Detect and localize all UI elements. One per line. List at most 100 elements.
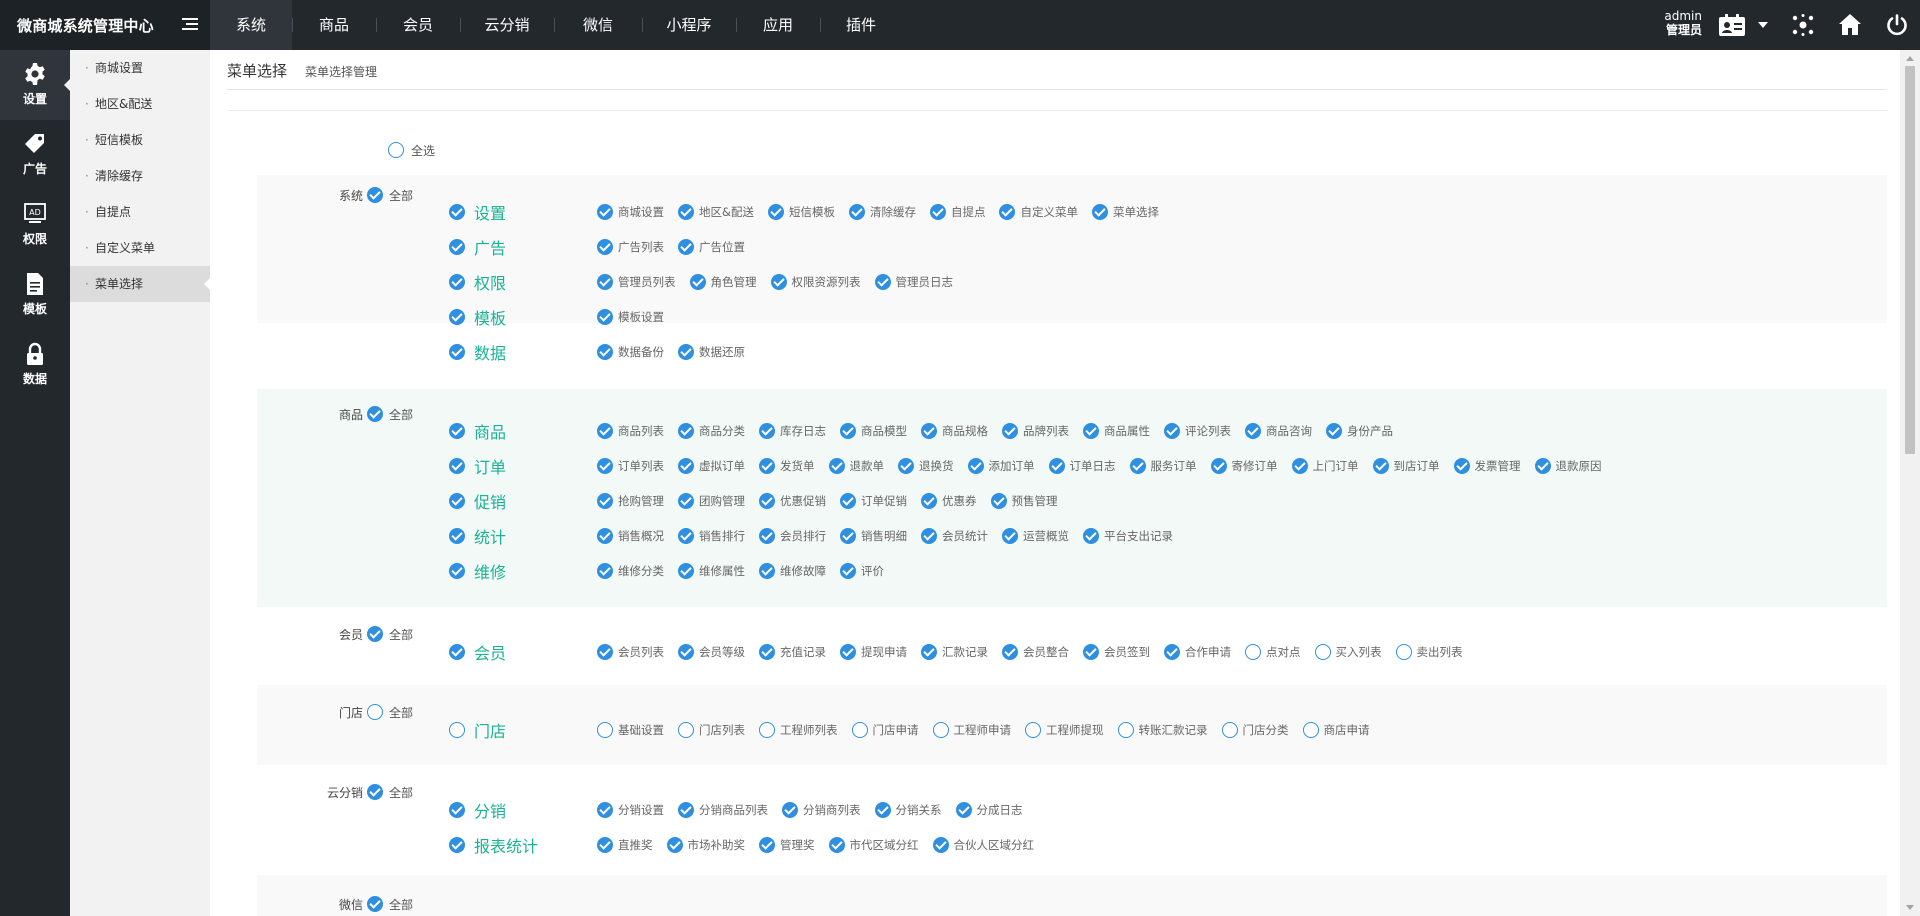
option-checkbox[interactable]: 发票管理 (1453, 458, 1521, 474)
option-checkbox[interactable]: 销售明细 (840, 528, 907, 544)
option-checkbox[interactable]: 维修故障 (759, 563, 826, 579)
scroll-thumb[interactable] (1905, 66, 1915, 454)
nav-tab-5[interactable]: 小程序 (642, 0, 736, 50)
select-all-checkbox[interactable]: 全选 (388, 140, 435, 160)
option-checkbox[interactable]: 分销商品列表 (678, 802, 768, 818)
module-checkbox[interactable]: 设置 (449, 200, 597, 224)
iconbar-item-data[interactable]: 数据 (0, 330, 70, 400)
option-checkbox[interactable]: 充值记录 (759, 644, 826, 660)
user-info[interactable]: admin 管理员 (1662, 9, 1702, 37)
option-checkbox[interactable]: 寄修订单 (1210, 458, 1278, 474)
option-checkbox[interactable]: 自定义菜单 (999, 204, 1078, 220)
module-checkbox[interactable]: 数据 (449, 340, 597, 364)
iconbar-item-settings[interactable]: 设置 (0, 50, 71, 120)
submenu-item[interactable]: 自定义菜单 (70, 230, 210, 266)
menu-toggle-icon[interactable] (182, 18, 198, 32)
option-checkbox[interactable]: 品牌列表 (1002, 423, 1069, 439)
option-checkbox[interactable]: 团购管理 (678, 493, 745, 509)
option-checkbox[interactable]: 商品列表 (597, 423, 664, 439)
option-checkbox[interactable]: 服务订单 (1129, 458, 1197, 474)
option-checkbox[interactable]: 分销设置 (597, 802, 664, 818)
nav-tab-6[interactable]: 应用 (736, 0, 820, 50)
option-checkbox[interactable]: 广告位置 (678, 239, 745, 255)
submenu-item[interactable]: 菜单选择 (70, 266, 211, 302)
module-checkbox[interactable]: 广告 (449, 235, 597, 259)
option-checkbox[interactable]: 管理奖 (759, 837, 815, 853)
option-checkbox[interactable]: 管理员日志 (874, 274, 953, 290)
option-checkbox[interactable]: 虚拟订单 (678, 458, 745, 474)
module-checkbox[interactable]: 订单 (449, 454, 597, 478)
home-icon[interactable] (1827, 0, 1873, 50)
module-checkbox[interactable]: 促销 (449, 489, 597, 513)
option-checkbox[interactable]: 到店订单 (1372, 458, 1440, 474)
submenu-item[interactable]: 地区&配送 (70, 86, 210, 122)
option-checkbox[interactable]: 商品分类 (678, 423, 745, 439)
option-checkbox[interactable]: 会员签到 (1083, 644, 1150, 660)
submenu-item[interactable]: 自提点 (70, 194, 210, 230)
option-checkbox[interactable]: 分成日志 (955, 802, 1023, 818)
submenu-item[interactable]: 商城设置 (70, 50, 210, 86)
group-select-all[interactable]: 全部 (367, 405, 413, 423)
option-checkbox[interactable]: 模板设置 (597, 309, 664, 325)
option-checkbox[interactable]: 发货单 (759, 458, 815, 474)
option-checkbox[interactable]: 商品咨询 (1245, 423, 1312, 439)
option-checkbox[interactable]: 添加订单 (967, 458, 1035, 474)
option-checkbox[interactable]: 会员整合 (1002, 644, 1069, 660)
option-checkbox[interactable]: 分销关系 (874, 802, 942, 818)
nav-tab-7[interactable]: 插件 (820, 0, 902, 50)
option-checkbox[interactable]: 合伙人区域分红 (932, 837, 1034, 853)
user-card-icon[interactable] (1707, 0, 1757, 50)
option-checkbox[interactable]: 退款单 (828, 458, 884, 474)
scroll-down-icon[interactable] (1906, 905, 1914, 910)
option-checkbox[interactable]: 运营概览 (1002, 528, 1069, 544)
option-checkbox[interactable]: 工程师列表 (759, 722, 838, 738)
option-checkbox[interactable]: 买入列表 (1314, 644, 1382, 660)
option-checkbox[interactable]: 卖出列表 (1395, 644, 1463, 660)
option-checkbox[interactable]: 短信模板 (767, 204, 835, 220)
option-checkbox[interactable]: 提现申请 (840, 644, 907, 660)
group-select-all[interactable]: 全部 (367, 186, 413, 204)
option-checkbox[interactable]: 基础设置 (597, 722, 664, 738)
option-checkbox[interactable]: 合作申请 (1164, 644, 1231, 660)
network-icon[interactable] (1780, 0, 1826, 50)
option-checkbox[interactable]: 订单日志 (1048, 458, 1116, 474)
option-checkbox[interactable]: 会员列表 (597, 644, 664, 660)
option-checkbox[interactable]: 点对点 (1245, 644, 1301, 660)
option-checkbox[interactable]: 订单促销 (840, 493, 907, 509)
option-checkbox[interactable]: 库存日志 (759, 423, 826, 439)
option-checkbox[interactable]: 市场补助奖 (666, 837, 745, 853)
module-checkbox[interactable]: 报表统计 (449, 833, 597, 857)
option-checkbox[interactable]: 维修分类 (597, 563, 664, 579)
option-checkbox[interactable]: 工程师提现 (1025, 722, 1104, 738)
option-checkbox[interactable]: 工程师申请 (932, 722, 1011, 738)
option-checkbox[interactable]: 角色管理 (689, 274, 757, 290)
submenu-item[interactable]: 清除缓存 (70, 158, 210, 194)
option-checkbox[interactable]: 管理员列表 (597, 274, 676, 290)
option-checkbox[interactable]: 清除缓存 (848, 204, 916, 220)
group-select-all[interactable]: 全部 (367, 895, 413, 913)
option-checkbox[interactable]: 商城设置 (597, 204, 664, 220)
option-checkbox[interactable]: 数据还原 (678, 344, 745, 360)
option-checkbox[interactable]: 销售排行 (678, 528, 745, 544)
group-select-all[interactable]: 全部 (367, 625, 413, 643)
option-checkbox[interactable]: 商店申请 (1302, 722, 1370, 738)
option-checkbox[interactable]: 会员统计 (921, 528, 988, 544)
chevron-down-icon[interactable] (1755, 0, 1771, 50)
option-checkbox[interactable]: 商品属性 (1083, 423, 1150, 439)
option-checkbox[interactable]: 上门订单 (1291, 458, 1359, 474)
option-checkbox[interactable]: 汇款记录 (921, 644, 988, 660)
option-checkbox[interactable]: 权限资源列表 (770, 274, 861, 290)
group-select-all[interactable]: 全部 (367, 783, 413, 801)
option-checkbox[interactable]: 维修属性 (678, 563, 745, 579)
option-checkbox[interactable]: 菜单选择 (1091, 204, 1159, 220)
option-checkbox[interactable]: 订单列表 (597, 458, 664, 474)
iconbar-item-templates[interactable]: 模板 (0, 260, 70, 330)
nav-tab-4[interactable]: 微信 (554, 0, 642, 50)
option-checkbox[interactable]: 评论列表 (1164, 423, 1231, 439)
module-checkbox[interactable]: 维修 (449, 559, 597, 583)
module-checkbox[interactable]: 商品 (449, 419, 597, 443)
option-checkbox[interactable]: 市代区域分红 (828, 837, 919, 853)
option-checkbox[interactable]: 评价 (840, 563, 884, 579)
module-checkbox[interactable]: 分销 (449, 798, 597, 822)
option-checkbox[interactable]: 销售概况 (597, 528, 664, 544)
